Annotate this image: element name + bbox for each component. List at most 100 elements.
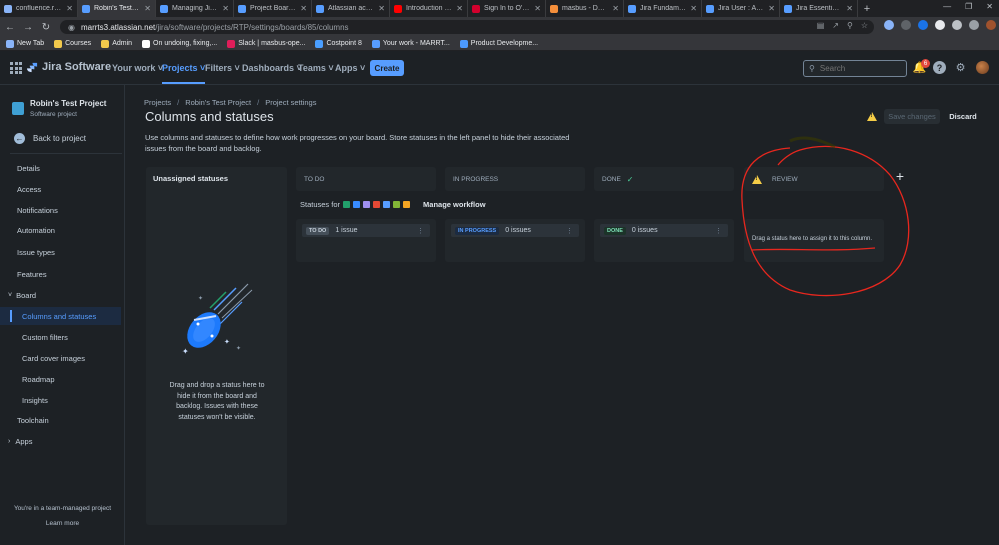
tab-close-icon[interactable]: ✕ xyxy=(300,4,307,13)
manage-workflow-link[interactable]: Manage workflow xyxy=(423,200,486,209)
discard-button[interactable]: Discard xyxy=(946,109,980,124)
column-drop-zone-in-progress[interactable]: IN PROGRESS 0 issues ⋮ xyxy=(445,219,585,262)
bookmark-item[interactable]: New Tab xyxy=(6,39,44,48)
jira-logo[interactable]: Jira Software xyxy=(27,61,111,73)
bookmark-item[interactable]: On undoing, fixing,... xyxy=(142,39,217,48)
browser-tab[interactable]: Managing Jira Projects ✕ xyxy=(156,0,234,17)
zoom-icon[interactable]: ⚲ xyxy=(847,21,853,30)
tab-close-icon[interactable]: ✕ xyxy=(846,4,853,13)
browser-tab[interactable]: Jira Fundamentals ✕ xyxy=(624,0,702,17)
tab-close-icon[interactable]: ✕ xyxy=(66,4,73,13)
browser-tab[interactable]: masbus - David ✕ xyxy=(546,0,624,17)
tab-close-icon[interactable]: ✕ xyxy=(534,4,541,13)
add-column-button[interactable]: + xyxy=(893,168,907,184)
forward-arrow-icon[interactable]: → xyxy=(20,22,36,33)
drag-handle-icon[interactable]: ⋮ xyxy=(715,227,722,235)
column-drop-zone-done[interactable]: DONE 0 issues ⋮ xyxy=(594,219,734,262)
close-window-icon[interactable]: ✕ xyxy=(986,2,993,11)
reload-icon[interactable]: ↻ xyxy=(38,22,54,33)
column-header-to-do[interactable]: TO DO xyxy=(296,167,436,191)
status-card[interactable]: DONE 0 issues ⋮ xyxy=(600,224,728,237)
column-header-in-progress[interactable]: IN PROGRESS xyxy=(445,167,585,191)
sidebar-item-custom-filters[interactable]: Custom filters xyxy=(0,328,121,346)
bookmark-item[interactable]: Courses xyxy=(54,39,91,48)
new-tab-button[interactable]: + xyxy=(858,3,876,15)
sidebar-item-board[interactable]: ˅ Board xyxy=(0,286,121,304)
tab-close-icon[interactable]: ✕ xyxy=(456,4,463,13)
help-icon[interactable]: ? xyxy=(933,61,946,74)
sidebar-item-access[interactable]: Access xyxy=(0,180,121,198)
nav-your-work[interactable]: Your work ˅ xyxy=(112,63,163,73)
install-icon[interactable]: ▤ xyxy=(817,21,825,30)
nav-dashboards[interactable]: Dashboards ˅ xyxy=(242,63,302,73)
back-to-project-link[interactable]: ← Back to project xyxy=(14,133,86,144)
nav-filters[interactable]: Filters ˅ xyxy=(205,63,240,73)
tab-close-icon[interactable]: ✕ xyxy=(690,4,697,13)
search-box[interactable]: ⚲ xyxy=(803,60,907,77)
create-button[interactable]: Create xyxy=(370,60,404,76)
save-changes-button[interactable]: Save changes xyxy=(884,109,940,124)
url-field[interactable]: ◉ marrts3.atlassian.net/jira/software/pr… xyxy=(60,20,874,34)
sidebar-item-notifications[interactable]: Notifications xyxy=(0,201,121,219)
bookmark-item[interactable]: Slack | masbus-ope... xyxy=(227,39,305,48)
extension-icon[interactable] xyxy=(901,20,911,30)
bookmark-item[interactable]: Admin xyxy=(101,39,132,48)
browser-tab[interactable]: Atlassian account ✕ xyxy=(312,0,390,17)
tab-close-icon[interactable]: ✕ xyxy=(222,4,229,13)
status-card[interactable]: IN PROGRESS 0 issues ⋮ xyxy=(451,224,579,237)
extension-icon[interactable] xyxy=(884,20,894,30)
sidepanel-icon[interactable] xyxy=(969,20,979,30)
sidebar-item-toolchain[interactable]: Toolchain xyxy=(0,411,121,429)
breadcrumb-item[interactable]: Robin's Test Project xyxy=(185,98,251,107)
tab-close-icon[interactable]: ✕ xyxy=(378,4,385,13)
extension-icon[interactable] xyxy=(918,20,928,30)
sidebar-item-issue-types[interactable]: Issue types xyxy=(0,243,121,261)
bookmark-item[interactable]: Product Developme... xyxy=(459,39,538,48)
column-header-review[interactable]: REVIEW xyxy=(744,167,884,191)
breadcrumb-item[interactable]: Projects xyxy=(144,98,171,107)
sidebar-item-details[interactable]: Details xyxy=(0,159,121,177)
nav-apps[interactable]: Apps ˅ xyxy=(335,63,365,73)
nav-teams[interactable]: Teams ˅ xyxy=(298,63,334,73)
browser-tab[interactable]: Project Boards - Atlassian ✕ xyxy=(234,0,312,17)
learn-more-link[interactable]: Learn more xyxy=(0,520,125,527)
browser-tab[interactable]: Jira Essentials with ✕ xyxy=(780,0,858,17)
bookmark-item[interactable]: Costpoint 8 xyxy=(315,39,362,48)
settings-gear-icon[interactable]: ⚙ xyxy=(954,61,967,74)
sidebar-item-apps[interactable]: › Apps xyxy=(0,432,121,450)
status-card[interactable]: TO DO 1 issue ⋮ xyxy=(302,224,430,237)
browser-tab[interactable]: Sign In to O'Reilly✕ xyxy=(468,0,546,17)
browser-tab[interactable]: Robin's Test Project ✕ xyxy=(78,0,156,17)
column-header-done[interactable]: DONE ✓ xyxy=(594,167,734,191)
sidebar-item-columns-and-statuses[interactable]: Columns and statuses xyxy=(0,307,121,325)
column-drop-zone-to-do[interactable]: TO DO 1 issue ⋮ xyxy=(296,219,436,262)
sidebar-item-features[interactable]: Features xyxy=(0,265,121,283)
minimize-icon[interactable]: — xyxy=(943,2,951,11)
bookmark-item[interactable]: Your work - MARRT... xyxy=(371,39,450,48)
tab-close-icon[interactable]: ✕ xyxy=(768,4,775,13)
nav-projects[interactable]: Projects ˅ xyxy=(162,63,206,84)
drag-handle-icon[interactable]: ⋮ xyxy=(417,227,424,235)
share-icon[interactable]: ↗ xyxy=(832,21,839,30)
back-arrow-icon[interactable]: ← xyxy=(2,22,18,33)
download-icon[interactable] xyxy=(952,20,962,30)
breadcrumb-item[interactable]: Project settings xyxy=(265,98,316,107)
browser-tab[interactable]: Jira User : Atlassian ✕ xyxy=(702,0,780,17)
sidebar-item-roadmap[interactable]: Roadmap xyxy=(0,370,121,388)
browser-tab[interactable]: Introduction to Jira ✕ xyxy=(390,0,468,17)
browser-tab[interactable]: confluence.riverma ✕ xyxy=(0,0,78,17)
unassigned-statuses-panel[interactable]: Unassigned statuses ✦ ✦ ✦ ✦ Drag and dro… xyxy=(146,167,287,525)
search-input[interactable] xyxy=(819,64,900,73)
drag-handle-icon[interactable]: ⋮ xyxy=(566,227,573,235)
tab-close-icon[interactable]: ✕ xyxy=(612,4,619,13)
sidebar-item-automation[interactable]: Automation xyxy=(0,221,121,239)
user-avatar[interactable] xyxy=(976,61,989,74)
sidebar-item-card-cover-images[interactable]: Card cover images xyxy=(0,349,121,367)
bookmark-star-icon[interactable]: ☆ xyxy=(861,21,868,30)
puzzle-icon[interactable] xyxy=(935,20,945,30)
restore-icon[interactable]: ❐ xyxy=(965,2,972,11)
profile-avatar[interactable] xyxy=(986,20,996,30)
app-switcher-icon[interactable] xyxy=(10,62,22,74)
sidebar-item-insights[interactable]: Insights xyxy=(0,391,121,409)
tab-close-icon[interactable]: ✕ xyxy=(144,4,151,13)
